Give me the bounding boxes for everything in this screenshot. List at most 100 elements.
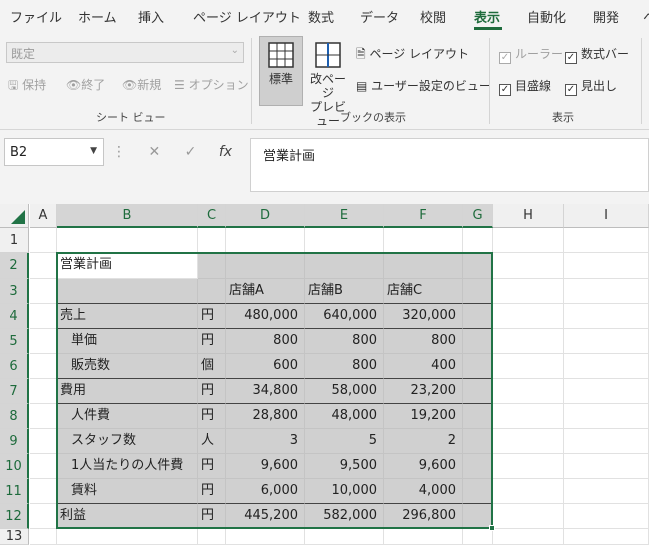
cell[interactable] bbox=[463, 304, 493, 329]
cell[interactable] bbox=[30, 354, 57, 379]
cell[interactable] bbox=[198, 279, 226, 304]
cell-row-label[interactable]: スタッフ数 bbox=[57, 429, 198, 454]
cell-value[interactable]: 58,000 bbox=[305, 379, 384, 404]
cell-value[interactable]: 10,000 bbox=[305, 479, 384, 504]
cell[interactable] bbox=[305, 529, 384, 545]
cell[interactable] bbox=[564, 304, 649, 329]
sheet-view-options-button[interactable]: ☰ オプション bbox=[174, 76, 249, 93]
cell[interactable] bbox=[564, 228, 649, 253]
custom-views-button[interactable]: ▤ ユーザー設定のビュー bbox=[356, 77, 491, 94]
formula-bar-checkbox[interactable]: ✓ 数式バー bbox=[565, 45, 629, 64]
cell-value[interactable]: 400 bbox=[384, 354, 463, 379]
cell[interactable] bbox=[493, 329, 564, 354]
tab-help[interactable]: ヘ bbox=[643, 7, 649, 26]
insert-function-icon[interactable]: fx bbox=[219, 144, 232, 160]
cell[interactable] bbox=[493, 429, 564, 454]
cell-unit[interactable]: 円 bbox=[198, 454, 226, 479]
cell[interactable] bbox=[57, 279, 198, 304]
cell[interactable] bbox=[463, 429, 493, 454]
formula-input[interactable]: 営業計画 bbox=[250, 138, 649, 192]
cell-value[interactable]: 320,000 bbox=[384, 304, 463, 329]
cell[interactable] bbox=[30, 253, 57, 279]
tab-review[interactable]: 校閲 bbox=[420, 7, 446, 26]
cell-value[interactable]: 19,200 bbox=[384, 404, 463, 429]
cell[interactable] bbox=[493, 504, 564, 529]
cell-value[interactable]: 800 bbox=[305, 354, 384, 379]
cell[interactable] bbox=[493, 279, 564, 304]
cell-value[interactable]: 23,200 bbox=[384, 379, 463, 404]
sheet-view-new-button[interactable]: 👁新規 bbox=[122, 76, 161, 93]
select-all-button[interactable] bbox=[0, 204, 29, 228]
cell[interactable] bbox=[305, 228, 384, 253]
cell-title[interactable]: 営業計画 bbox=[57, 253, 198, 279]
cell[interactable] bbox=[30, 479, 57, 504]
cell-row-label[interactable]: 売上 bbox=[57, 304, 198, 329]
tab-home[interactable]: ホーム bbox=[78, 7, 117, 26]
row-header-3[interactable]: 3 bbox=[0, 279, 29, 304]
cell-unit[interactable]: 円 bbox=[198, 304, 226, 329]
cell[interactable] bbox=[493, 479, 564, 504]
tab-developer[interactable]: 開発 bbox=[593, 7, 619, 26]
fill-handle[interactable] bbox=[489, 525, 495, 531]
row-header-9[interactable]: 9 bbox=[0, 429, 29, 454]
cell[interactable] bbox=[198, 228, 226, 253]
cell-value[interactable]: 4,000 bbox=[384, 479, 463, 504]
cell[interactable] bbox=[384, 253, 463, 279]
cell[interactable] bbox=[30, 379, 57, 404]
tab-automate[interactable]: 自動化 bbox=[527, 7, 566, 26]
cell-row-label[interactable]: 費用 bbox=[57, 379, 198, 404]
cell[interactable] bbox=[564, 429, 649, 454]
cell[interactable] bbox=[30, 228, 57, 253]
cell[interactable] bbox=[463, 479, 493, 504]
column-header-h[interactable]: H bbox=[493, 204, 564, 228]
cell[interactable] bbox=[463, 253, 493, 279]
cell[interactable] bbox=[30, 529, 57, 545]
cell[interactable] bbox=[564, 404, 649, 429]
cell-value[interactable]: 48,000 bbox=[305, 404, 384, 429]
cell-row-label[interactable]: 賃料 bbox=[57, 479, 198, 504]
cell[interactable] bbox=[493, 304, 564, 329]
gridlines-checkbox[interactable]: ✓ 目盛線 bbox=[499, 77, 551, 96]
cell-store-header[interactable]: 店舗C bbox=[384, 279, 463, 304]
cell-value[interactable]: 9,500 bbox=[305, 454, 384, 479]
cell[interactable] bbox=[463, 529, 493, 545]
cell[interactable] bbox=[564, 329, 649, 354]
cell[interactable] bbox=[30, 404, 57, 429]
cell[interactable] bbox=[226, 253, 305, 279]
cell[interactable] bbox=[493, 354, 564, 379]
column-header-i[interactable]: I bbox=[564, 204, 649, 228]
cell[interactable] bbox=[493, 228, 564, 253]
cell[interactable] bbox=[30, 304, 57, 329]
cell[interactable] bbox=[463, 354, 493, 379]
row-header-5[interactable]: 5 bbox=[0, 329, 29, 354]
column-header-b[interactable]: B bbox=[57, 204, 198, 228]
column-header-f[interactable]: F bbox=[384, 204, 463, 228]
tab-insert[interactable]: 挿入 bbox=[138, 7, 164, 26]
cancel-icon[interactable]: ✕ bbox=[148, 144, 160, 160]
cell[interactable] bbox=[30, 454, 57, 479]
cell[interactable] bbox=[463, 404, 493, 429]
column-header-e[interactable]: E bbox=[305, 204, 384, 228]
cell-row-label[interactable]: 利益 bbox=[57, 504, 198, 529]
cell[interactable] bbox=[493, 404, 564, 429]
tab-data[interactable]: データ bbox=[360, 7, 399, 26]
cell[interactable] bbox=[564, 454, 649, 479]
cell-value[interactable]: 800 bbox=[305, 329, 384, 354]
cell[interactable] bbox=[564, 479, 649, 504]
cell-row-label[interactable]: 1人当たりの人件費 bbox=[57, 454, 198, 479]
column-header-d[interactable]: D bbox=[226, 204, 305, 228]
cell[interactable] bbox=[493, 454, 564, 479]
cell[interactable] bbox=[564, 504, 649, 529]
cell-store-header[interactable]: 店舗A bbox=[226, 279, 305, 304]
cell[interactable] bbox=[493, 529, 564, 545]
cell[interactable] bbox=[226, 529, 305, 545]
cell[interactable] bbox=[564, 354, 649, 379]
cell-value[interactable]: 6,000 bbox=[226, 479, 305, 504]
cell[interactable] bbox=[57, 228, 198, 253]
cell-value[interactable]: 2 bbox=[384, 429, 463, 454]
cell-value[interactable]: 640,000 bbox=[305, 304, 384, 329]
cell-value[interactable]: 5 bbox=[305, 429, 384, 454]
cell[interactable] bbox=[384, 529, 463, 545]
cell-value[interactable]: 34,800 bbox=[226, 379, 305, 404]
sheet-view-select[interactable]: 既定 ⌄ bbox=[6, 42, 244, 63]
